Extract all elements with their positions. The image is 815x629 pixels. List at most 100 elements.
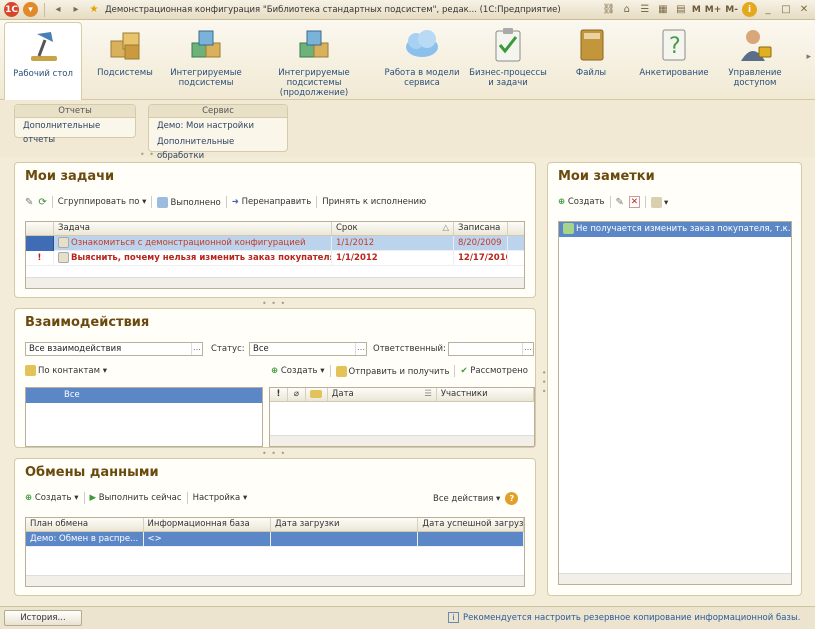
column-header[interactable]: Дата успешной загрузки (418, 518, 524, 531)
section-subsystems[interactable]: Подсистемы (92, 22, 158, 97)
plan-cell: Демо: Обмен в распре... (26, 531, 144, 547)
run-now-label: Выполнить сейчас (98, 493, 182, 503)
interactions-filter-field[interactable]: Все взаимодействия… (25, 342, 203, 356)
delete-icon[interactable]: ✕ (628, 196, 641, 208)
table-row[interactable]: Ознакомиться с демонстрационной конфигур… (26, 235, 524, 251)
close-icon[interactable]: ✕ (797, 3, 811, 17)
interactions-table[interactable]: ! ⌀ Дата ☰ Участники (269, 387, 535, 447)
column-header[interactable]: Информационная база (144, 518, 272, 531)
by-contacts-button[interactable]: По контактам ▾ (25, 365, 107, 376)
splitter-grip[interactable]: • • • (140, 150, 164, 159)
splitter-grip[interactable]: • • • (539, 370, 548, 394)
section-access-control[interactable]: Управление доступом (720, 22, 790, 97)
memory-minus-button[interactable]: M- (725, 5, 738, 15)
send-receive-button[interactable]: Отправить и получить (335, 365, 449, 377)
exchanges-table[interactable]: План обмена Информационная база Дата заг… (25, 517, 525, 587)
backup-recommendation-link[interactable]: Рекомендуется настроить резервное копиро… (463, 613, 800, 623)
splitter-grip[interactable]: • • • (262, 449, 286, 458)
accept-button[interactable]: Принять к исполнению (322, 197, 426, 207)
column-header[interactable]: Дата ☰ (328, 388, 437, 401)
scroll-right-icon[interactable]: ▸ (806, 52, 811, 62)
forward-icon[interactable]: ▸ (69, 3, 83, 17)
tasks-table[interactable]: Задача Срок △ Записана Ознакомиться с дем… (25, 221, 525, 289)
contacts-tree[interactable]: Все (25, 387, 263, 447)
memory-m-button[interactable]: M (692, 5, 701, 15)
envelope-icon (335, 365, 347, 377)
link-icon[interactable]: ⛓ (602, 3, 616, 17)
create-exchange-button[interactable]: ⊕ Создать ▾ (25, 493, 79, 503)
status-field[interactable]: Все… (249, 342, 367, 356)
section-business-processes[interactable]: Бизнес-процессы и задачи (466, 22, 550, 97)
history-button[interactable]: История... (4, 610, 82, 626)
attachment-column-icon[interactable]: ⌀ (288, 388, 306, 401)
menu-icon[interactable]: ▾ (23, 2, 38, 17)
calculator-icon[interactable]: ▦ (656, 3, 670, 17)
horizontal-scrollbar[interactable] (26, 277, 524, 288)
tasks-title: Мои задачи (25, 169, 115, 184)
calendar-icon[interactable]: ▤ (674, 3, 688, 17)
run-now-button[interactable]: ▶ Выполнить сейчас (90, 493, 182, 503)
help-icon[interactable]: ? (505, 492, 519, 505)
section-integrated-subsystems-cont[interactable]: Интегрируемые подсистемы (продолжение) (252, 22, 376, 98)
reviewed-button[interactable]: ✔ Рассмотрено (460, 366, 527, 376)
note-cell: Не получается изменить заказ покупателя,… (559, 222, 791, 237)
envelope-column-icon[interactable] (306, 388, 328, 401)
app-logo-icon[interactable]: 1С (4, 2, 19, 17)
redirect-button[interactable]: ➜ Перенаправить (232, 197, 312, 207)
group-by-button[interactable]: Сгруппировать по ▾ (58, 197, 147, 207)
command-additional-reports[interactable]: Дополнительные отчеты (15, 118, 135, 148)
back-icon[interactable]: ◂ (51, 3, 65, 17)
memory-plus-button[interactable]: M+ (705, 5, 722, 15)
settings-button[interactable]: Настройка ▾ (193, 493, 248, 503)
section-desktop[interactable]: Рабочий стол (4, 22, 82, 101)
table-row[interactable]: Демо: Обмен в распре... <> (26, 531, 524, 547)
by-contacts-label: По контактам (38, 366, 101, 376)
importance-column-icon[interactable]: ! (270, 388, 288, 401)
interactions-toolbar: ⊕ Создать ▾ Отправить и получить ✔ Рассм… (271, 365, 528, 377)
select-button-icon[interactable]: … (355, 343, 366, 355)
history-icon[interactable]: ☰ (638, 3, 652, 17)
notes-list[interactable]: Не получается изменить заказ покупателя,… (558, 221, 792, 585)
section-label: Файлы (575, 68, 607, 78)
table-row[interactable]: ! Выяснить, почему нельзя изменить заказ… (26, 250, 524, 266)
refresh-icon[interactable]: ⟳ (38, 197, 46, 208)
section-questionnaire[interactable]: ? Анкетирование (634, 22, 714, 97)
info-icon[interactable]: i (742, 2, 757, 17)
section-files[interactable]: Файлы (560, 22, 622, 97)
responsible-field[interactable]: … (448, 342, 534, 356)
done-button[interactable]: Выполнено (157, 196, 221, 208)
task-text: Выяснить, почему нельзя изменить заказ п… (71, 252, 332, 263)
minimize-icon[interactable]: _ (761, 3, 775, 17)
create-label: Создать (280, 366, 318, 376)
column-header[interactable]: План обмена (26, 518, 144, 531)
horizontal-scrollbar[interactable] (559, 573, 791, 584)
select-button-icon[interactable]: … (522, 343, 533, 355)
responsible-label: Ответственный: (373, 344, 446, 354)
all-actions-button[interactable]: Все действия ▾ (433, 494, 500, 504)
divider (225, 196, 227, 208)
create-note-button[interactable]: ⊕ Создать (558, 197, 605, 207)
column-header[interactable]: Дата загрузки (271, 518, 419, 531)
command-additional-processing[interactable]: Дополнительные обработки (149, 134, 287, 164)
list-item[interactable]: Не получается изменить заказ покупателя,… (559, 222, 791, 237)
section-integrated-subsystems[interactable]: Интегрируемые подсистемы (166, 22, 246, 97)
home-icon[interactable]: ⌂ (620, 3, 634, 17)
section-service-model[interactable]: Работа в модели сервиса (384, 22, 460, 97)
create-interaction-button[interactable]: ⊕ Создать ▾ (271, 366, 325, 376)
column-header[interactable]: Срок △ (332, 222, 454, 235)
edit-icon[interactable]: ✎ (25, 197, 33, 208)
column-header[interactable]: Записана (454, 222, 508, 235)
command-my-settings[interactable]: Демо: Мои настройки (149, 118, 287, 134)
horizontal-scrollbar[interactable] (26, 575, 524, 586)
select-button-icon[interactable]: … (191, 343, 202, 355)
star-icon[interactable]: ★ (87, 3, 101, 17)
splitter-grip[interactable]: • • • (262, 299, 286, 308)
edit-icon[interactable]: ✎ (616, 197, 624, 208)
maximize-icon[interactable]: □ (779, 3, 793, 17)
column-header[interactable]: Участники (437, 388, 534, 401)
horizontal-scrollbar[interactable] (270, 435, 534, 446)
list-item[interactable]: Все (26, 388, 262, 403)
column-header[interactable]: Задача (54, 222, 332, 235)
contacts-icon (25, 365, 36, 376)
more-actions-button[interactable]: ▾ (651, 196, 668, 208)
